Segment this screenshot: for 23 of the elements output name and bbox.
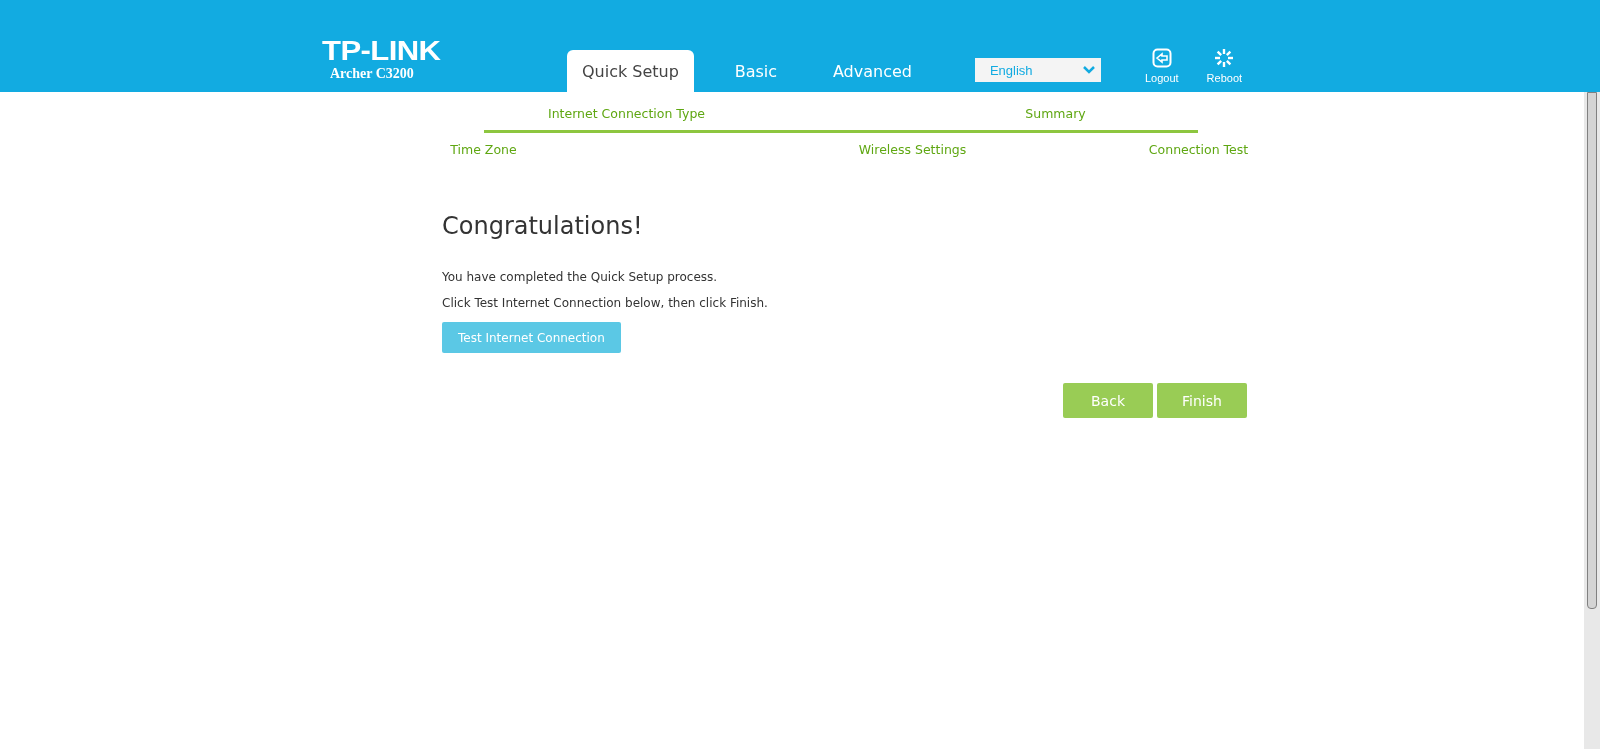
nav-tab[interactable]: Advanced — [817, 50, 927, 92]
spinner-icon — [1214, 48, 1235, 68]
logout-icon — [1151, 48, 1172, 68]
step-label: Wireless Settings — [858, 141, 967, 157]
message-text: You have completed the Quick Setup process. — [442, 270, 719, 284]
nav-tab[interactable]: Quick Setup — [567, 50, 694, 92]
model-name: Archer C3200 — [330, 66, 415, 82]
language-select[interactable]: English — [974, 58, 1101, 82]
test-connection-button[interactable]: Test Internet Connection — [442, 322, 621, 353]
step-label: Internet Connection Type — [548, 105, 705, 121]
scrollbar[interactable] — [1584, 92, 1600, 749]
reboot-button[interactable]: Reboot — [1202, 48, 1247, 84]
step-label: Summary — [1025, 105, 1086, 121]
nav-tab[interactable]: Basic — [701, 50, 810, 92]
step-label: Connection Test — [1148, 141, 1249, 157]
chevron-down-icon — [1082, 66, 1095, 74]
nav-button[interactable]: Back — [1063, 383, 1153, 418]
message-text: Click Test Internet Connection below, then click Finish. — [442, 296, 769, 310]
nav-button[interactable]: Finish — [1157, 383, 1247, 418]
step-label: Time Zone — [450, 141, 517, 157]
logout-button[interactable]: Logout — [1140, 48, 1183, 84]
page-title: Congratulations! — [442, 212, 644, 240]
logo: TP-LINK — [322, 38, 442, 65]
